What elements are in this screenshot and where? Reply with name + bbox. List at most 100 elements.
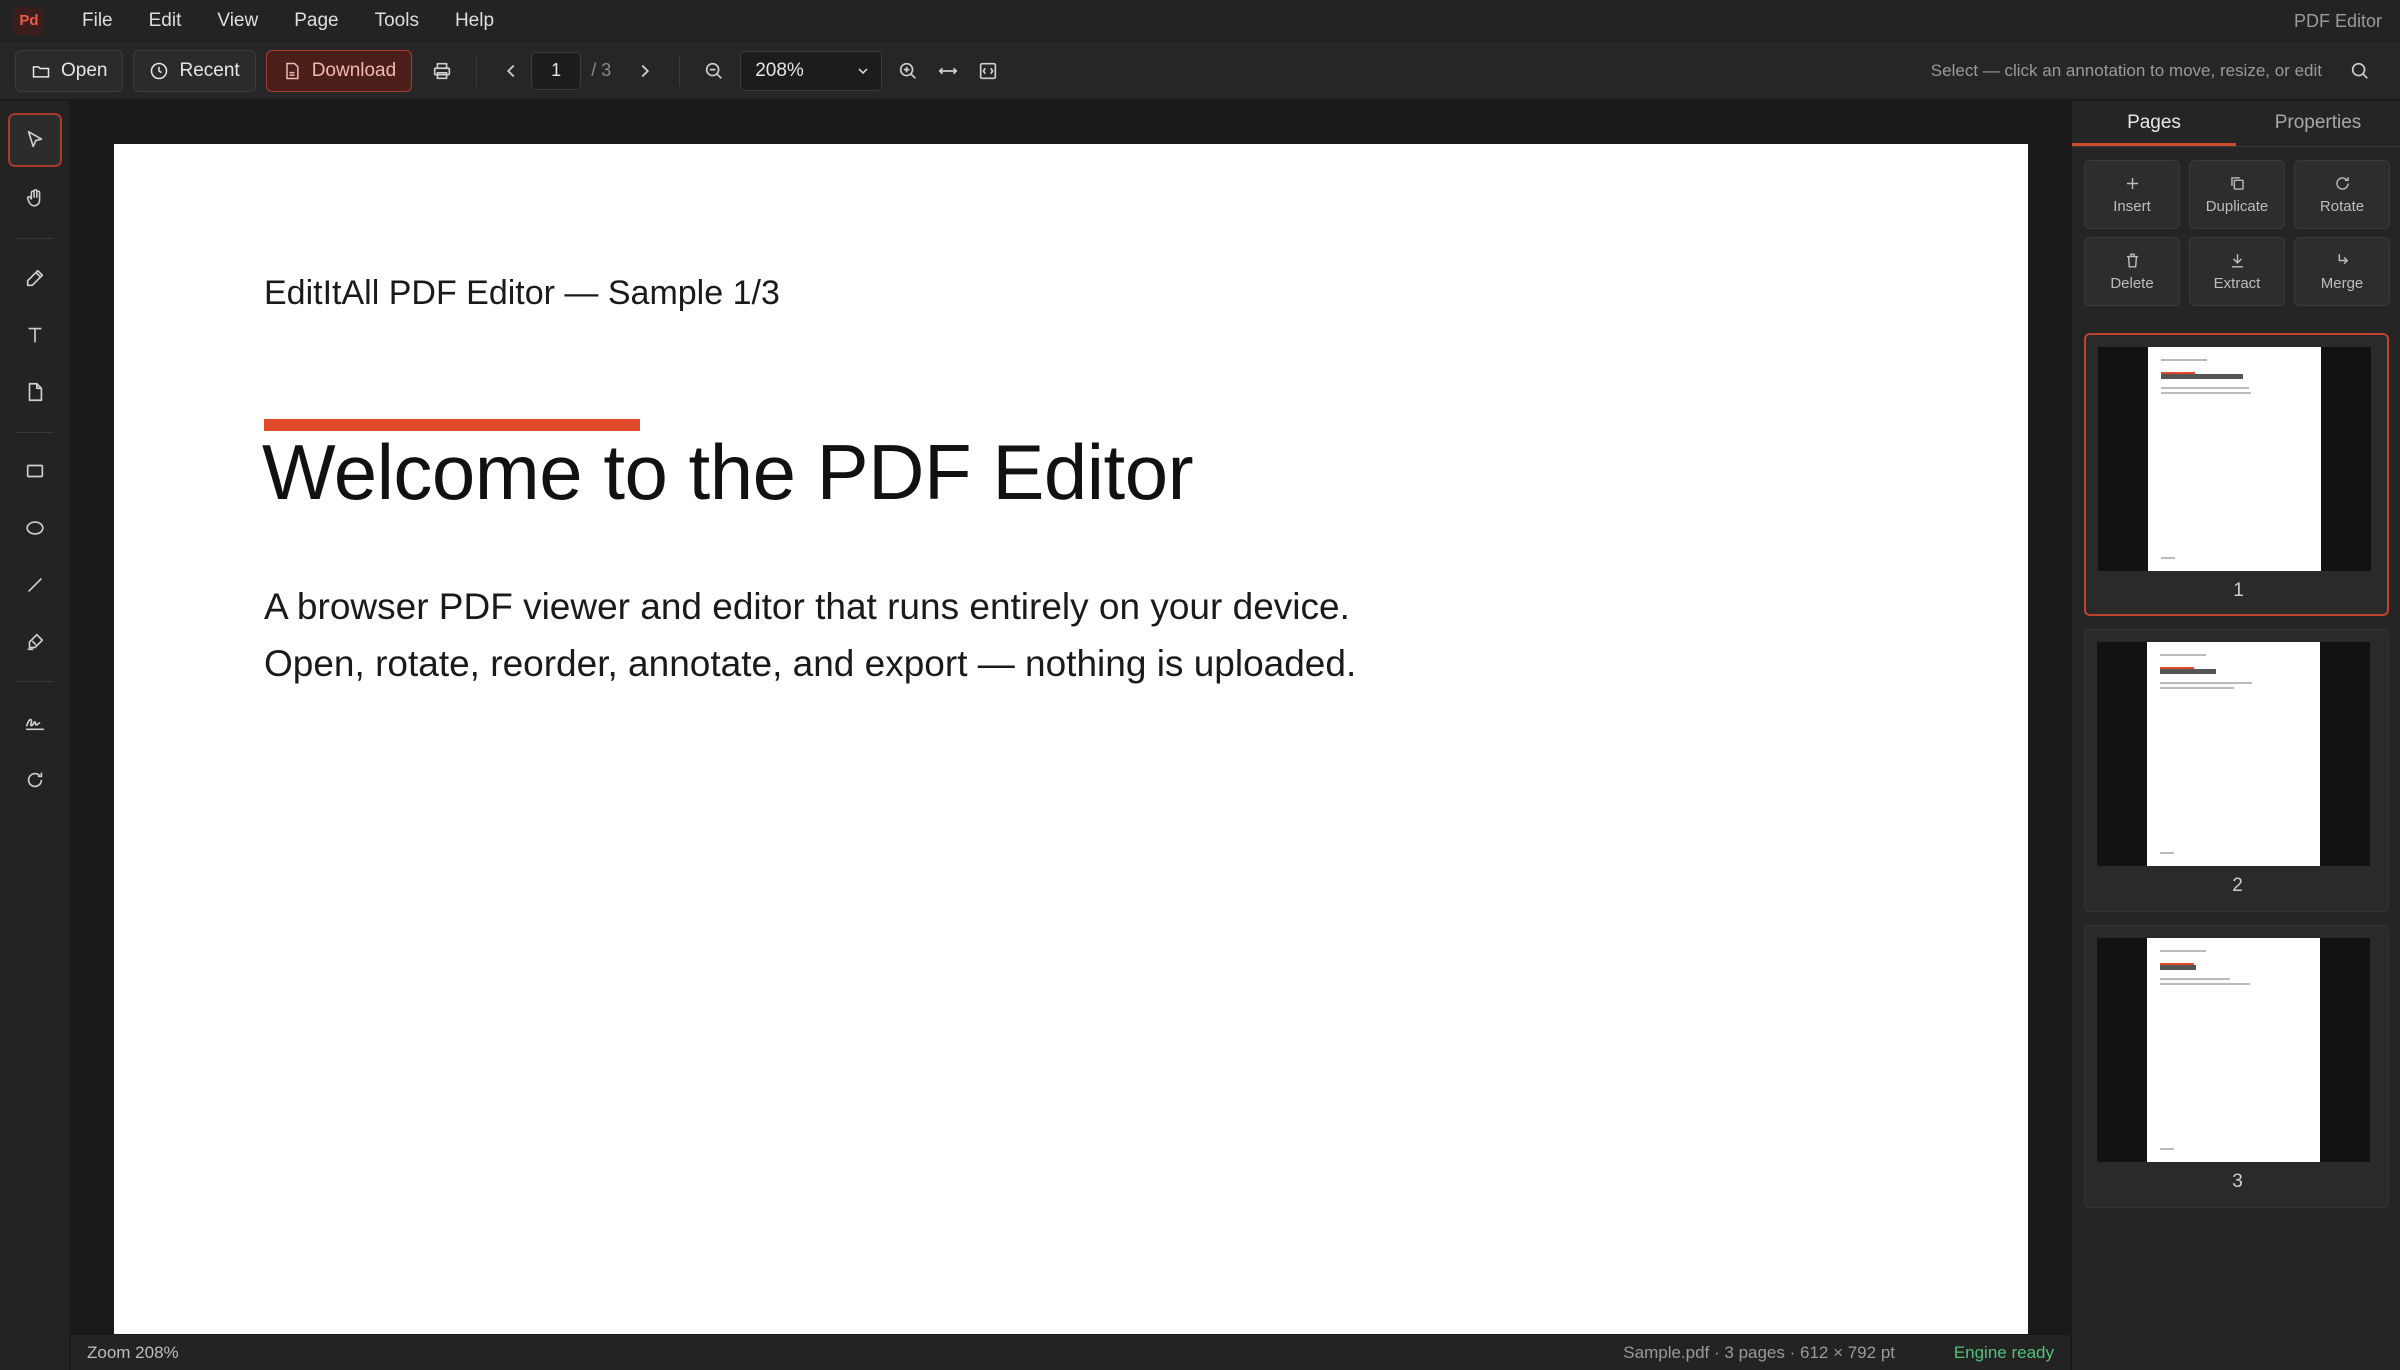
rail-separator [16,681,54,682]
rotate-icon [2335,177,2349,190]
download-button-label: Download [311,59,397,81]
document-viewport[interactable]: EditItAll PDF Editor — Sample 1/3 Welcom… [71,101,2070,1334]
right-sidebar: Pages Properties Insert Duplicate Rotate… [2071,101,2400,1370]
open-button[interactable]: Open [15,49,124,92]
ellipse-tool[interactable] [8,501,62,555]
page-actions: Insert Duplicate Rotate Delete Extract M… [2084,160,2391,306]
pdf-page-body: A browser PDF viewer and editor that run… [264,578,1356,692]
menu-edit[interactable]: Edit [131,0,200,42]
thumbnail-frame [2097,938,2370,1162]
pdf-body-line: Open, rotate, reorder, annotate, and exp… [264,643,1357,684]
ellipse-icon [26,521,44,535]
tab-pages[interactable]: Pages [2072,101,2236,146]
rectangle-icon [26,464,44,478]
recent-button-label: Recent [179,59,240,81]
print-button[interactable] [422,50,462,92]
status-zoom: Zoom 208% [87,1342,179,1362]
merge-button[interactable]: Merge [2294,237,2390,306]
toolbar-separator [476,55,478,86]
rail-separator [16,432,54,433]
delete-page-button[interactable]: Delete [2084,237,2180,306]
search-button[interactable] [2340,51,2380,91]
menu-tools[interactable]: Tools [357,0,437,42]
menu-view[interactable]: View [199,0,276,42]
hand-icon [26,189,41,207]
fit-page-button[interactable] [968,50,1008,92]
trash-icon [2126,253,2138,268]
page-thumbnail[interactable]: 3 [2084,925,2389,1208]
insert-page-button[interactable]: Insert [2084,160,2180,229]
pen-tool[interactable] [8,251,62,305]
signature-tool[interactable] [8,695,62,749]
printer-icon [434,62,451,79]
rotate-icon [27,772,43,788]
insert-label: Insert [2113,198,2151,215]
rotate-page-button[interactable]: Rotate [2294,160,2390,229]
extract-page-button[interactable]: Extract [2189,237,2285,306]
cursor-arrow-icon [27,130,43,148]
download-icon [2231,254,2243,268]
menu-file[interactable]: File [64,0,131,42]
pdf-page-header: EditItAll PDF Editor — Sample 1/3 [264,274,780,312]
menu-bar: Pd File Edit View Page Tools Help PDF Ed… [0,0,2400,42]
menu-help[interactable]: Help [437,0,512,42]
note-tool[interactable] [8,365,62,419]
tool-hint: Select — click an annotation to move, re… [1930,61,2322,80]
highlighter-tool[interactable] [8,615,62,669]
zoom-out-icon [706,62,723,79]
select-tool[interactable] [8,113,62,167]
status-engine: Engine ready [1953,1342,2054,1362]
page-total: / 3 [591,60,612,80]
sidebar-tabs: Pages Properties [2072,101,2400,147]
toolbar-separator [679,55,681,86]
document-icon [28,382,43,402]
merge-arrow-icon [2338,254,2348,265]
fit-width-button[interactable] [928,50,968,92]
next-page-button[interactable] [625,50,665,92]
text-tool[interactable] [8,308,62,362]
app-title: PDF Editor [2293,11,2382,31]
copy-icon [2230,177,2244,190]
open-button-label: Open [61,59,108,81]
line-icon [27,577,43,593]
page-thumbnail[interactable]: 1 [2084,333,2389,616]
thumbnail-page-number: 3 [2232,1171,2243,1192]
tab-properties[interactable]: Properties [2236,101,2400,146]
menu-page[interactable]: Page [276,0,356,42]
recent-button[interactable]: Recent [133,49,256,92]
zoom-out-button[interactable] [694,50,734,92]
file-save-icon [285,62,299,79]
hand-tool[interactable] [8,171,62,225]
pdf-page-title: Welcome to the PDF Editor [262,428,1194,516]
text-icon [28,327,42,343]
download-button[interactable]: Download [265,49,413,92]
rotate-label: Rotate [2319,198,2365,215]
plus-icon [2126,177,2138,190]
fit-page-icon [980,62,997,79]
search-icon [2351,62,2368,79]
thumbnail-page-3 [2147,938,2320,1162]
page-number-input[interactable] [531,51,582,90]
pdf-page[interactable]: EditItAll PDF Editor — Sample 1/3 Welcom… [114,144,2028,1334]
pdf-body-line: A browser PDF viewer and editor that run… [264,586,1350,627]
highlighter-icon [27,633,44,651]
duplicate-page-button[interactable]: Duplicate [2189,160,2285,229]
pencil-icon [26,269,44,287]
thumbnail-frame [2098,347,2371,571]
rail-separator [16,238,54,239]
rotate-tool[interactable] [8,753,62,807]
toolbar: Open Recent Download / 3 208% Select — c… [0,42,2400,100]
thumbnail-page-number: 1 [2233,580,2244,601]
status-file-info: Sample.pdf · 3 pages · 612 × 792 pt [1623,1342,1895,1362]
clock-icon [151,62,168,79]
line-tool[interactable] [8,558,62,612]
rectangle-tool[interactable] [8,444,62,498]
page-thumbnail[interactable]: 2 [2084,629,2389,912]
merge-label: Merge [2320,275,2364,292]
prev-page-button[interactable] [491,50,531,92]
zoom-in-button[interactable] [888,50,928,92]
zoom-select[interactable]: 208% [740,50,883,91]
chevron-left-icon [507,64,515,77]
thumbnail-page-1 [2148,347,2321,571]
app-logo: Pd [14,6,44,35]
